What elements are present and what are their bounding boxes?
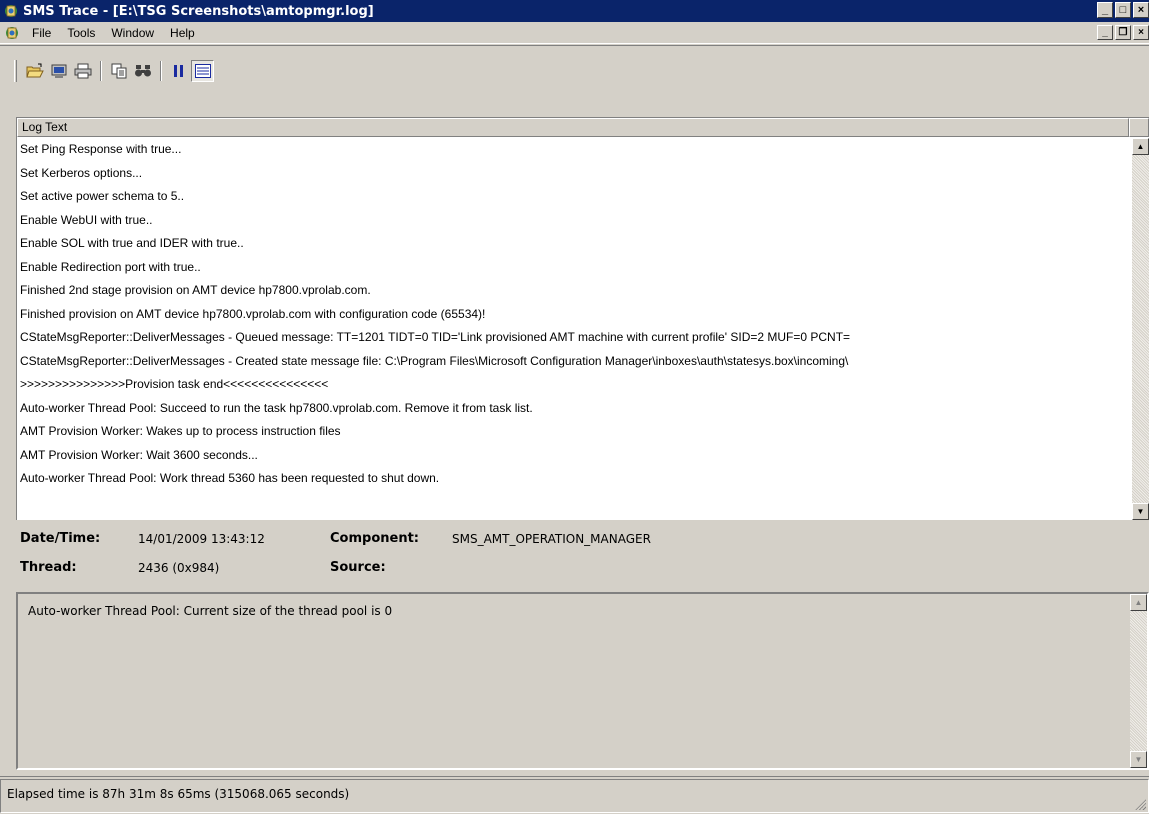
datetime-value: 14/01/2009 13:43:12	[138, 532, 265, 546]
title-bar[interactable]: SMS Trace - [E:\TSG Screenshots\amtopmgr…	[0, 0, 1149, 22]
details-icon[interactable]	[191, 60, 214, 82]
thread-label: Thread:	[20, 560, 77, 575]
menu-tools[interactable]: Tools	[59, 26, 103, 40]
message-text: Auto-worker Thread Pool: Current size of…	[28, 604, 393, 618]
log-row[interactable]: Finished provision on AMT device hp7800.…	[17, 303, 1129, 327]
log-row[interactable]: Enable SOL with true and IDER with true.…	[17, 232, 1129, 256]
document-close-button[interactable]: ×	[1133, 25, 1149, 40]
window-maximize-button[interactable]: □	[1115, 2, 1131, 18]
toolbar-grip[interactable]	[14, 60, 17, 82]
log-scrollbar[interactable]: ▲ ▼	[1132, 138, 1149, 520]
log-row[interactable]: AMT Provision Worker: Wakes up to proces…	[17, 420, 1129, 444]
log-row[interactable]: >>>>>>>>>>>>>>>Provision task end<<<<<<<…	[17, 373, 1129, 397]
message-panel[interactable]: Auto-worker Thread Pool: Current size of…	[16, 592, 1149, 770]
window-minimize-button[interactable]: _	[1097, 2, 1113, 18]
open-icon[interactable]	[23, 60, 46, 82]
log-row[interactable]: Set Kerberos options...	[17, 162, 1129, 186]
window-title: SMS Trace - [E:\TSG Screenshots\amtopmgr…	[23, 3, 374, 19]
scroll-down-button[interactable]: ▼	[1132, 503, 1149, 520]
thread-value: 2436 (0x984)	[138, 561, 220, 575]
copy-icon[interactable]	[107, 60, 130, 82]
log-row[interactable]: Enable Redirection port with true..	[17, 256, 1129, 280]
log-text-column-header[interactable]: Log Text	[17, 118, 1129, 137]
document-icon[interactable]	[4, 25, 20, 41]
log-row[interactable]: Finished 2nd stage provision on AMT devi…	[17, 279, 1129, 303]
scroll-up-button[interactable]: ▲	[1132, 138, 1149, 155]
message-scroll-down-button[interactable]: ▼	[1130, 751, 1147, 768]
pause-icon[interactable]	[167, 60, 190, 82]
document-minimize-button[interactable]: _	[1097, 25, 1113, 40]
print-icon[interactable]	[71, 60, 94, 82]
log-rows: Set Ping Response with true... Set Kerbe…	[17, 138, 1129, 521]
log-row[interactable]: Auto-worker Thread Pool: Work thread 536…	[17, 467, 1129, 491]
toolbar	[0, 45, 1149, 115]
log-row[interactable]: CStateMsgReporter::DeliverMessages - Que…	[17, 326, 1129, 350]
toolbar-separator	[160, 61, 162, 81]
message-scroll-up-button[interactable]: ▲	[1130, 594, 1147, 611]
log-row[interactable]: CStateMsgReporter::DeliverMessages - Cre…	[17, 350, 1129, 374]
open-server-icon[interactable]	[47, 60, 70, 82]
elapsed-time-status: Elapsed time is 87h 31m 8s 65ms (315068.…	[0, 779, 1149, 813]
component-label: Component:	[330, 531, 419, 546]
menu-file[interactable]: File	[24, 26, 59, 40]
log-row[interactable]: Auto-worker Thread Pool: Succeed to run …	[17, 397, 1129, 421]
find-icon[interactable]	[131, 60, 154, 82]
document-restore-button[interactable]: ❐	[1115, 25, 1131, 40]
menu-window[interactable]: Window	[103, 26, 162, 40]
component-value: SMS_AMT_OPERATION_MANAGER	[452, 532, 651, 546]
toolbar-separator	[100, 61, 102, 81]
menu-bar: File Tools Window Help _ ❐ ×	[0, 22, 1149, 44]
log-row[interactable]: Set Ping Response with true...	[17, 138, 1129, 162]
source-label: Source:	[330, 560, 386, 575]
log-row[interactable]: Enable WebUI with true..	[17, 209, 1129, 233]
log-row[interactable]: Set active power schema to 5..	[17, 185, 1129, 209]
entry-details: Date/Time: 14/01/2009 13:43:12 Component…	[16, 522, 1149, 590]
resize-grip-icon[interactable]	[1134, 798, 1146, 810]
log-row[interactable]: AMT Provision Worker: Wait 3600 seconds.…	[17, 444, 1129, 468]
log-header-filler	[1129, 118, 1149, 137]
log-list[interactable]: Log Text Set Ping Response with true... …	[16, 117, 1149, 520]
status-bar: Elapsed time is 87h 31m 8s 65ms (315068.…	[0, 776, 1149, 814]
menu-help[interactable]: Help	[162, 26, 203, 40]
message-scrollbar[interactable]: ▲ ▼	[1130, 594, 1147, 768]
sms-trace-app-icon	[5, 5, 17, 17]
window-close-button[interactable]: ×	[1133, 2, 1149, 18]
datetime-label: Date/Time:	[20, 531, 101, 546]
